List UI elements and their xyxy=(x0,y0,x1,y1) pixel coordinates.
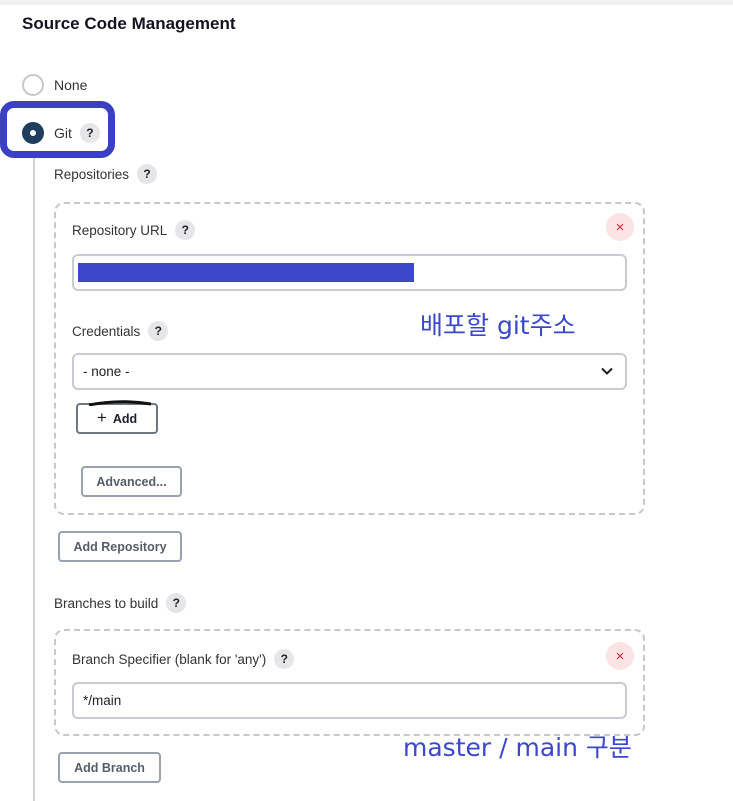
branch-specifier-label: Branch Specifier (blank for 'any') xyxy=(72,651,267,667)
repositories-heading: Repositories ? xyxy=(54,164,158,184)
add-credentials-button[interactable]: + Add xyxy=(76,400,158,434)
top-bar xyxy=(0,0,733,5)
repositories-help-icon[interactable]: ? xyxy=(137,164,158,184)
remove-repository-icon[interactable]: × xyxy=(606,213,634,241)
add-branch-button[interactable]: Add Branch xyxy=(58,752,161,783)
branch-annotation: master / main 구분 xyxy=(403,733,632,762)
repository-url-input[interactable] xyxy=(72,254,627,291)
radio-none[interactable] xyxy=(22,74,44,96)
git-highlight-annotation xyxy=(0,101,115,158)
repository-url-label: Repository URL xyxy=(72,222,168,238)
branch-specifier-value: */main xyxy=(83,693,122,708)
git-section-rail xyxy=(33,158,35,801)
branch-specifier-input[interactable]: */main xyxy=(72,682,627,719)
branch-specifier-help-icon[interactable]: ? xyxy=(274,649,295,669)
branches-heading: Branches to build ? xyxy=(54,593,187,613)
repository-url-heading: Repository URL ? xyxy=(72,220,196,240)
redacted-url-highlight xyxy=(78,263,414,282)
credentials-selected: - none - xyxy=(83,364,130,379)
add-credentials-label: Add xyxy=(112,411,138,426)
branch-panel: × Branch Specifier (blank for 'any') ? *… xyxy=(54,629,645,736)
repositories-label: Repositories xyxy=(54,166,130,182)
branches-help-icon[interactable]: ? xyxy=(166,593,187,613)
repository-url-help-icon[interactable]: ? xyxy=(175,220,196,240)
credentials-label: Credentials xyxy=(72,323,141,339)
scm-option-none-label: None xyxy=(54,77,88,93)
scm-option-none[interactable]: None xyxy=(22,74,87,96)
advanced-button[interactable]: Advanced... xyxy=(81,466,182,497)
branches-label: Branches to build xyxy=(54,595,159,611)
scribble-mark xyxy=(88,400,152,406)
chevron-down-icon xyxy=(601,367,613,375)
credentials-help-icon[interactable]: ? xyxy=(148,321,169,341)
add-repository-button[interactable]: Add Repository xyxy=(58,531,182,562)
branch-specifier-heading: Branch Specifier (blank for 'any') ? xyxy=(72,649,295,669)
git-url-annotation: 배포할 git주소 xyxy=(420,311,576,340)
plus-icon: + xyxy=(96,407,107,427)
credentials-heading: Credentials ? xyxy=(72,321,169,341)
remove-branch-icon[interactable]: × xyxy=(606,642,634,670)
credentials-select[interactable]: - none - xyxy=(72,353,627,390)
section-title: Source Code Management xyxy=(22,14,236,33)
repository-panel: × Repository URL ? Credentials ? - none … xyxy=(54,202,645,515)
